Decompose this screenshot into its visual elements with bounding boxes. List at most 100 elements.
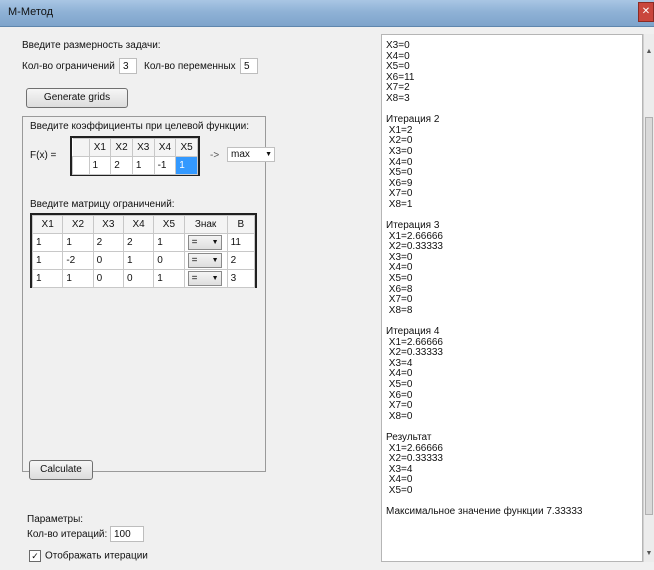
matrix-cell[interactable]: 1 [62,233,94,252]
matrix-cell[interactable]: 0 [122,269,155,288]
matrix-col-header: B [226,215,256,234]
show-iterations-label: Отображать итерации [45,550,148,562]
objective-cell[interactable]: 2 [110,156,133,175]
log-line: X3=4 [386,357,413,369]
scroll-up-icon[interactable]: ▲ [644,46,654,58]
log-line: X5=0 [386,167,413,179]
chevron-down-icon: ▼ [211,275,219,282]
arrow-label: -> [210,150,220,161]
matrix-cell[interactable]: 0 [92,269,124,288]
log-line: X5=0 [386,273,413,285]
results-log[interactable]: X3=0 X4=0 X5=0 X6=11 X7=2 X8=3 Итерация 2 X1=… [381,34,643,562]
objective-col-header: X2 [110,138,133,157]
log-line: X2=0.33333 [386,347,443,359]
log-line: Максимальное значение функции 7.33333 [386,506,583,518]
log-line: X2=0.33333 [386,453,443,465]
show-iterations-checkbox[interactable]: ✓ Отображать итерации [29,550,148,562]
objective-col-header: X4 [153,138,177,157]
sign-select[interactable]: = ▼ [183,251,228,270]
matrix-col-header: X3 [92,215,124,234]
log-line: X6=9 [386,177,413,189]
matrix-cell[interactable]: -2 [62,251,94,270]
matrix-cell[interactable]: 11 [226,233,256,252]
sign-select[interactable]: = ▼ [183,269,228,288]
log-line: X7=2 [386,82,410,94]
direction-select[interactable]: max ▼ [227,147,275,162]
log-line: X4=0 [386,474,413,486]
log-line: X3=0 [386,40,410,51]
objective-cell[interactable]: 1 [131,156,155,175]
iterations-input[interactable]: 100 [110,526,144,542]
table-row: 1 1 2 2 1 = ▼ 11 [31,233,256,252]
log-line: X2=0 [386,135,413,147]
fx-label: F(x) = [30,150,57,161]
checkmark-icon: ✓ [29,550,41,562]
sign-value: = [191,273,198,284]
title-bar[interactable]: M-Метод ✕ [0,0,654,27]
log-line: X8=3 [386,92,410,104]
matrix-cell[interactable]: 1 [153,269,185,288]
log-line: X7=0 [386,188,413,200]
matrix-cell[interactable]: 1 [153,233,185,252]
sign-value: = [191,255,198,266]
log-line: X3=0 [386,145,413,157]
matrix-cell[interactable]: 1 [31,269,64,288]
table-row: 1 -2 0 1 0 = ▼ 2 [31,251,256,270]
matrix-cell[interactable]: 2 [92,233,124,252]
log-line: Итерация 2 [386,114,440,126]
log-line: X2=0.33333 [386,241,443,253]
table-row: 1 1 0 0 1 = ▼ 3 [31,269,256,288]
matrix-col-header: X2 [62,215,94,234]
scroll-thumb[interactable] [645,117,653,515]
variables-count-input[interactable]: 5 [240,58,258,74]
log-line: X4=0 [386,262,413,274]
params-heading: Параметры: [27,514,84,525]
objective-cell-selected[interactable]: 1 [175,156,198,175]
scroll-down-icon[interactable]: ▼ [644,548,654,560]
constraints-grid: X1 X2 X3 X4 X5 Знак B 1 1 2 2 1 = ▼ 11 1… [30,213,257,288]
matrix-cell[interactable]: 2 [122,233,155,252]
results-text: X3=0 X4=0 X5=0 X6=11 X7=2 X8=3 Итерация 2 X1=… [386,40,583,518]
input-panel: Введите размерность задачи: Кол-во огран… [22,34,374,562]
constraints-label: Кол-во ограничений [22,61,115,72]
matrix-cell[interactable]: 1 [122,251,155,270]
matrix-cell[interactable]: 1 [62,269,94,288]
sign-select[interactable]: = ▼ [183,233,228,252]
log-line: X4=0 [386,156,413,168]
objective-cell[interactable]: -1 [153,156,177,175]
row-header-blank [72,156,90,175]
matrix-cell[interactable]: 0 [153,251,185,270]
chevron-down-icon: ▼ [211,257,219,264]
sign-value: = [191,237,198,248]
vertical-scrollbar[interactable]: ▲ ▼ [643,34,654,562]
objective-heading: Введите коэффициенты при целевой функции… [30,121,249,132]
close-icon[interactable]: ✕ [638,2,654,22]
iterations-label: Кол-во итераций: [27,529,108,540]
log-line: X8=8 [386,304,413,316]
log-line: X5=0 [386,379,413,390]
constraints-count-input[interactable]: 3 [119,58,137,74]
main-window: M-Метод ✕ Введите размерность задачи: Ко… [0,0,654,570]
log-line: X6=8 [386,283,413,295]
matrix-cell[interactable]: 3 [226,269,256,288]
matrix-cell[interactable]: 0 [92,251,124,270]
matrix-col-header: X1 [31,215,64,234]
log-line: X5=0 [386,61,410,73]
objective-cell[interactable]: 1 [88,156,112,175]
matrix-col-header: X5 [153,215,185,234]
dimension-heading: Введите размерность задачи: [22,40,161,51]
generate-grids-button[interactable]: Generate grids [26,88,128,108]
log-line: X7=0 [386,400,413,412]
matrix-col-header: Знак [183,215,228,234]
coefficients-panel: Введите коэффициенты при целевой функции… [22,116,275,472]
log-line: X3=4 [386,463,413,475]
matrix-cell[interactable]: 1 [31,233,64,252]
calculate-button[interactable]: Calculate [29,460,93,480]
log-line: X3=0 [386,251,413,263]
matrix-cell[interactable]: 1 [31,251,64,270]
variables-label: Кол-во переменных [144,61,236,72]
log-line: Результат [386,431,432,443]
log-line: X5=0 [386,484,413,496]
log-line: X6=11 [386,71,415,83]
matrix-cell[interactable]: 2 [226,251,256,270]
